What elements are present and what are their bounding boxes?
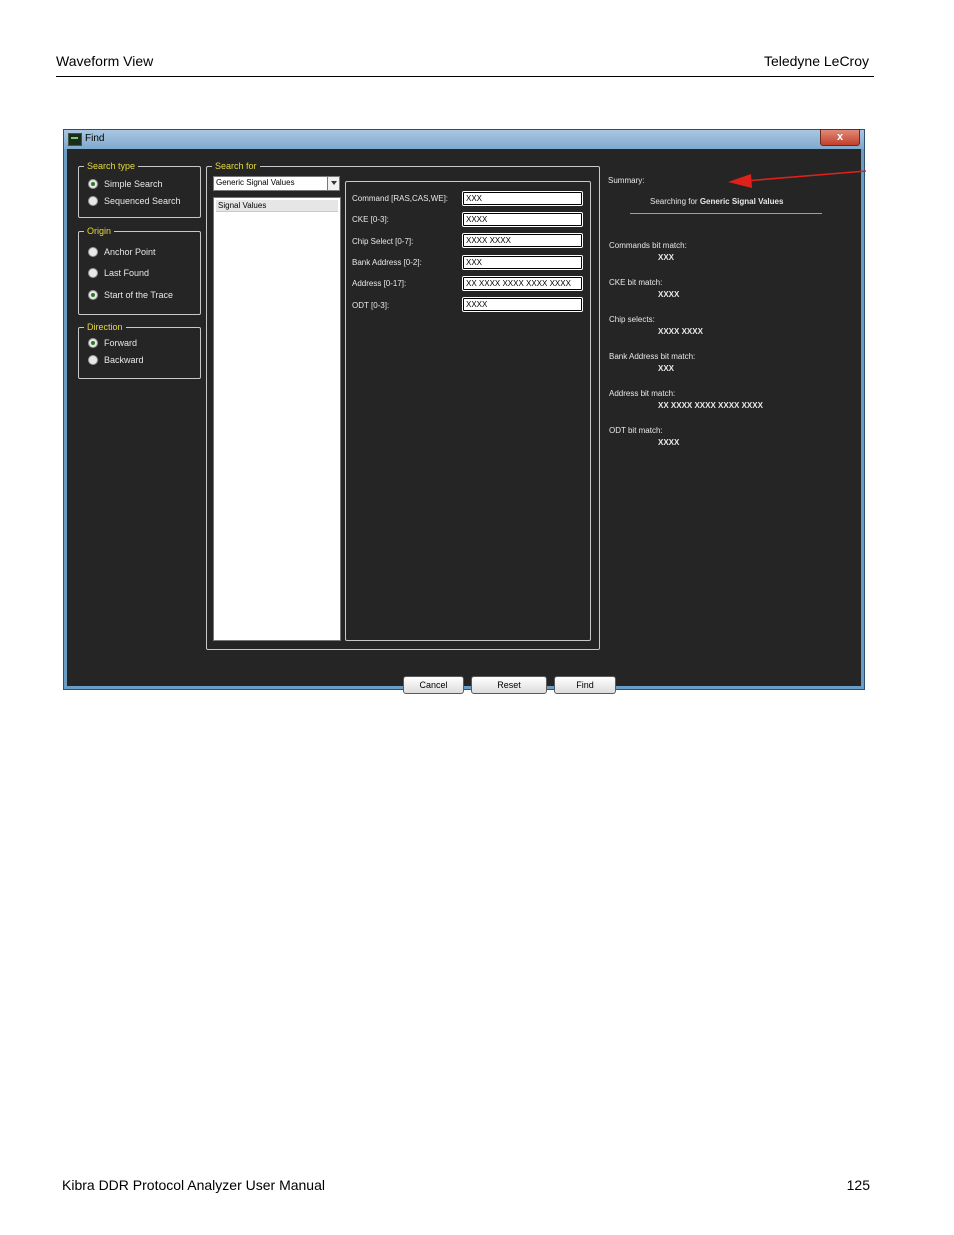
annotation-arrow [728, 170, 867, 188]
page-number: 125 [846, 1177, 870, 1193]
page-footer: Kibra DDR Protocol Analyzer User Manual … [62, 1177, 870, 1193]
footer-manual-title: Kibra DDR Protocol Analyzer User Manual [62, 1177, 325, 1193]
annotation-arrow-head [728, 174, 752, 188]
annotation-arrow-line [744, 170, 867, 182]
